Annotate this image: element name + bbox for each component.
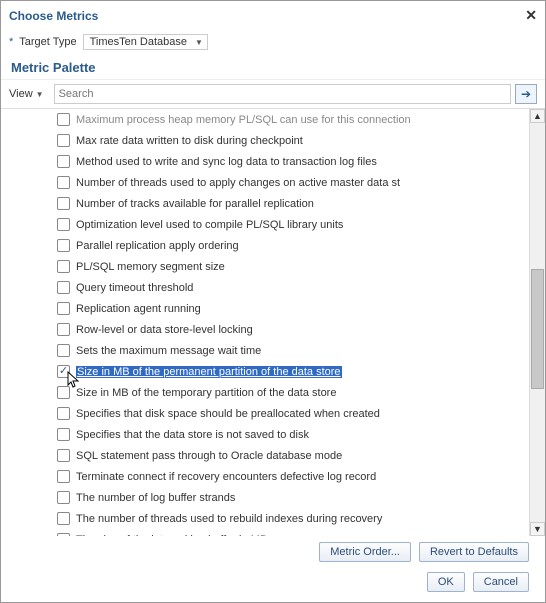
- metric-label[interactable]: Query timeout threshold: [76, 282, 193, 294]
- palette-toolbar: View ▼ ➔: [1, 79, 545, 109]
- vertical-scrollbar[interactable]: ▲ ▼: [529, 109, 545, 536]
- metric-label[interactable]: Row-level or data store-level locking: [76, 324, 253, 336]
- view-menu-button[interactable]: View ▼: [9, 88, 44, 100]
- dialog-button-row: OK Cancel: [1, 568, 545, 602]
- list-item: Maximum process heap memory PL/SQL can u…: [57, 109, 525, 130]
- metric-label[interactable]: PL/SQL memory segment size: [76, 261, 225, 273]
- checkbox[interactable]: [57, 407, 70, 420]
- metric-label[interactable]: Sets the maximum message wait time: [76, 345, 261, 357]
- checkbox[interactable]: [57, 176, 70, 189]
- metric-label[interactable]: Optimization level used to compile PL/SQ…: [76, 219, 343, 231]
- required-star: *: [9, 36, 13, 48]
- list-item: Specifies that disk space should be prea…: [57, 403, 525, 424]
- list-item: Sets the maximum message wait time: [57, 340, 525, 361]
- search-wrap: ➔: [54, 84, 537, 104]
- metric-label[interactable]: Max rate data written to disk during che…: [76, 135, 303, 147]
- list-item: Query timeout threshold: [57, 277, 525, 298]
- metric-label[interactable]: Specifies that the data store is not sav…: [76, 429, 309, 441]
- checkbox[interactable]: [57, 512, 70, 525]
- list-item: Size in MB of the temporary partition of…: [57, 382, 525, 403]
- list-item: Parallel replication apply ordering: [57, 235, 525, 256]
- checkbox[interactable]: [57, 197, 70, 210]
- checkbox[interactable]: [57, 365, 70, 378]
- target-type-value: TimesTen Database: [90, 36, 187, 48]
- checkbox[interactable]: [57, 218, 70, 231]
- checkbox[interactable]: [57, 281, 70, 294]
- list-item: PL/SQL memory segment size: [57, 256, 525, 277]
- metric-label[interactable]: Size in MB of the temporary partition of…: [76, 387, 336, 399]
- checkbox[interactable]: [57, 491, 70, 504]
- checkbox[interactable]: [57, 470, 70, 483]
- list-item: Size in MB of the permanent partition of…: [57, 361, 525, 382]
- metric-list-area: Maximum process heap memory PL/SQL can u…: [1, 109, 545, 536]
- list-item: Optimization level used to compile PL/SQ…: [57, 214, 525, 235]
- target-type-select[interactable]: TimesTen Database ▼: [83, 34, 208, 50]
- chevron-down-icon: ▼: [36, 90, 44, 99]
- list-item: Row-level or data store-level locking: [57, 319, 525, 340]
- list-item: The number of log buffer strands: [57, 487, 525, 508]
- target-type-row: * Target Type TimesTen Database ▼: [1, 30, 545, 54]
- list-item: Terminate connect if recovery encounters…: [57, 466, 525, 487]
- metric-order-button[interactable]: Metric Order...: [319, 542, 411, 562]
- metric-label[interactable]: The number of log buffer strands: [76, 492, 235, 504]
- list-item: Number of threads used to apply changes …: [57, 172, 525, 193]
- checkbox[interactable]: [57, 239, 70, 252]
- metric-label[interactable]: Specifies that disk space should be prea…: [76, 408, 380, 420]
- checkbox[interactable]: [57, 386, 70, 399]
- list-item: The size of the internal log buffer in M…: [57, 529, 525, 536]
- dialog-titlebar: Choose Metrics ✕: [1, 1, 545, 30]
- checkbox[interactable]: [57, 302, 70, 315]
- palette-button-row: Metric Order... Revert to Defaults: [1, 536, 545, 568]
- cancel-button[interactable]: Cancel: [473, 572, 529, 592]
- search-input[interactable]: [54, 84, 511, 104]
- metric-label[interactable]: The size of the internal log buffer in M…: [76, 534, 267, 537]
- close-icon[interactable]: ✕: [525, 7, 537, 24]
- scroll-thumb[interactable]: [531, 269, 544, 389]
- metric-label[interactable]: Replication agent running: [76, 303, 201, 315]
- metric-label[interactable]: The number of threads used to rebuild in…: [76, 513, 382, 525]
- ok-button[interactable]: OK: [427, 572, 465, 592]
- list-item: Replication agent running: [57, 298, 525, 319]
- checkbox[interactable]: [57, 533, 70, 536]
- target-type-label: Target Type: [19, 36, 76, 48]
- checkbox[interactable]: [57, 428, 70, 441]
- checkbox[interactable]: [57, 113, 70, 126]
- list-item: Max rate data written to disk during che…: [57, 130, 525, 151]
- metric-label[interactable]: Number of threads used to apply changes …: [76, 177, 400, 189]
- choose-metrics-dialog: Choose Metrics ✕ * Target Type TimesTen …: [0, 0, 546, 603]
- list-item: Method used to write and sync log data t…: [57, 151, 525, 172]
- search-go-button[interactable]: ➔: [515, 84, 537, 104]
- checkbox[interactable]: [57, 134, 70, 147]
- metric-label[interactable]: Method used to write and sync log data t…: [76, 156, 377, 168]
- metric-label[interactable]: SQL statement pass through to Oracle dat…: [76, 450, 342, 462]
- metric-label[interactable]: Number of tracks available for parallel …: [76, 198, 314, 210]
- list-item: Specifies that the data store is not sav…: [57, 424, 525, 445]
- metric-list: Maximum process heap memory PL/SQL can u…: [1, 109, 529, 536]
- revert-defaults-button[interactable]: Revert to Defaults: [419, 542, 529, 562]
- list-item: Number of tracks available for parallel …: [57, 193, 525, 214]
- arrow-right-icon: ➔: [521, 87, 531, 101]
- list-item: The number of threads used to rebuild in…: [57, 508, 525, 529]
- metric-label[interactable]: Terminate connect if recovery encounters…: [76, 471, 376, 483]
- view-label: View: [9, 88, 33, 100]
- dialog-title: Choose Metrics: [9, 9, 98, 23]
- list-item: SQL statement pass through to Oracle dat…: [57, 445, 525, 466]
- checkbox[interactable]: [57, 155, 70, 168]
- metric-label[interactable]: Parallel replication apply ordering: [76, 240, 239, 252]
- scroll-up-icon[interactable]: ▲: [530, 109, 545, 123]
- chevron-down-icon: ▼: [195, 38, 203, 47]
- metric-label[interactable]: Size in MB of the permanent partition of…: [76, 366, 342, 378]
- checkbox[interactable]: [57, 449, 70, 462]
- metric-label: Maximum process heap memory PL/SQL can u…: [76, 114, 411, 126]
- scroll-down-icon[interactable]: ▼: [530, 522, 545, 536]
- checkbox[interactable]: [57, 323, 70, 336]
- metric-palette-title: Metric Palette: [1, 54, 545, 79]
- checkbox[interactable]: [57, 260, 70, 273]
- checkbox[interactable]: [57, 344, 70, 357]
